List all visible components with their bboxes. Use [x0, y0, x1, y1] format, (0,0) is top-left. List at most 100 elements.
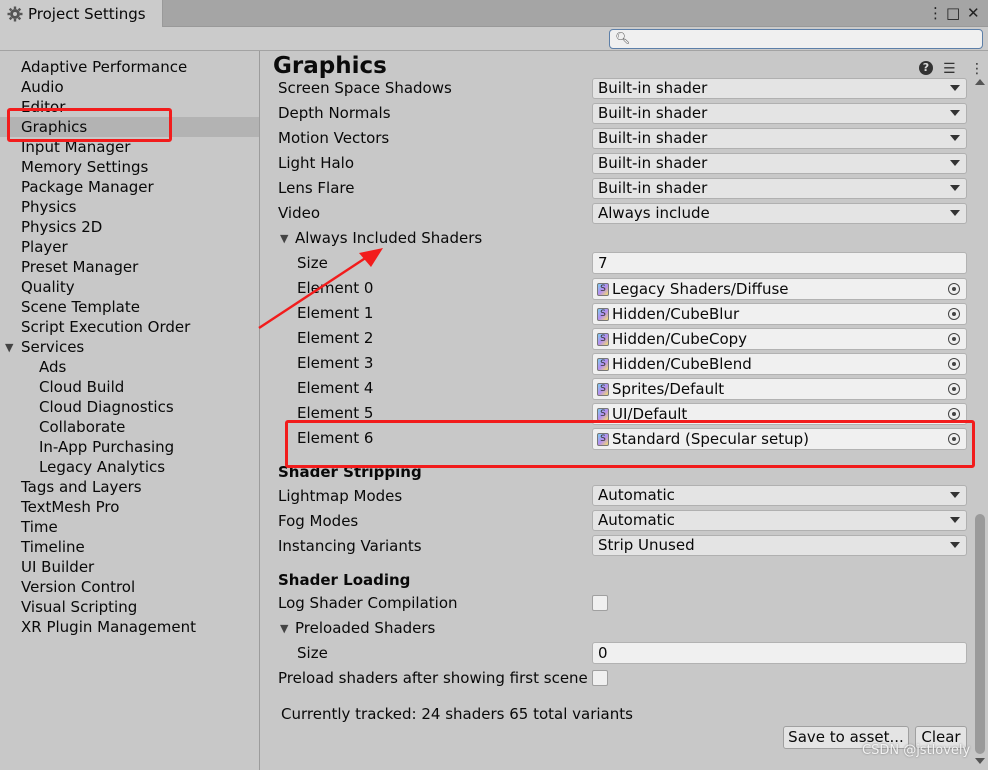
dropdown-arrow-icon — [950, 542, 960, 548]
sidebar-item-xr-plugin-management[interactable]: XR Plugin Management — [21, 617, 196, 637]
dropdown-value: Built-in shader — [598, 129, 708, 147]
shader-icon: S — [597, 358, 609, 371]
scroll-down-arrow-icon[interactable] — [975, 758, 985, 764]
screen-space-shadows-dropdown[interactable]: Built-in shader — [592, 78, 967, 99]
sidebar-item-ui-builder[interactable]: UI Builder — [21, 557, 94, 577]
sidebar-item-legacy-analytics[interactable]: Legacy Analytics — [39, 457, 165, 477]
presets-icon[interactable]: ☰ — [943, 61, 956, 77]
sidebar-item-script-execution-order[interactable]: Script Execution Order — [21, 317, 190, 337]
services-foldout-icon[interactable]: ▼ — [5, 341, 13, 354]
element-6-highlight-box — [285, 420, 975, 468]
shader-loading-heading: Shader Loading — [278, 571, 411, 589]
shader-icon: S — [597, 333, 609, 346]
always-included-foldout-icon[interactable]: ▼ — [280, 232, 288, 245]
sidebar-item-ads[interactable]: Ads — [39, 357, 66, 377]
shader-name: Hidden/CubeBlur — [612, 305, 740, 323]
field-label-lightmap-modes: Lightmap Modes — [278, 487, 403, 505]
sidebar-item-adaptive-performance[interactable]: Adaptive Performance — [21, 57, 187, 77]
dropdown-value: Built-in shader — [598, 179, 708, 197]
more-icon[interactable]: ⋮ — [970, 61, 984, 77]
preload-after-first-scene-checkbox[interactable] — [592, 670, 608, 686]
tab-project-settings[interactable]: Project Settings — [0, 0, 163, 28]
sidebar-item-textmesh-pro[interactable]: TextMesh Pro — [21, 497, 119, 517]
settings-sidebar: Adaptive Performance Audio Editor Graphi… — [0, 51, 260, 770]
sidebar-item-cloud-build[interactable]: Cloud Build — [39, 377, 124, 397]
search-input[interactable]: 🔍︎ — [609, 29, 983, 49]
element-4-shader-field[interactable]: S Sprites/Default — [592, 378, 967, 400]
page-title: Graphics — [273, 53, 387, 79]
object-picker-icon[interactable] — [948, 358, 960, 370]
preloaded-shaders-foldout[interactable]: Preloaded Shaders — [295, 617, 435, 639]
dropdown-arrow-icon — [950, 185, 960, 191]
object-picker-icon[interactable] — [948, 383, 960, 395]
dropdown-value: Built-in shader — [598, 104, 708, 122]
sidebar-item-time[interactable]: Time — [21, 517, 58, 537]
preloaded-shaders-foldout-icon[interactable]: ▼ — [280, 622, 288, 635]
field-label-depth-normals: Depth Normals — [278, 104, 391, 122]
sidebar-item-in-app-purchasing[interactable]: In-App Purchasing — [39, 437, 174, 457]
dropdown-arrow-icon — [950, 517, 960, 523]
scroll-up-arrow-icon[interactable] — [975, 79, 985, 85]
shader-icon: S — [597, 283, 609, 296]
watermark: CSDN @jstlovely — [862, 743, 971, 758]
sidebar-item-preset-manager[interactable]: Preset Manager — [21, 257, 138, 277]
preloaded-size-field[interactable]: 0 — [592, 642, 967, 664]
element-3-shader-field[interactable]: S Hidden/CubeBlend — [592, 353, 967, 375]
close-icon[interactable]: ✕ — [967, 3, 980, 23]
field-label-element-3: Element 3 — [297, 354, 374, 372]
light-halo-dropdown[interactable]: Built-in shader — [592, 153, 967, 174]
sidebar-item-physics-2d[interactable]: Physics 2D — [21, 217, 102, 237]
element-2-shader-field[interactable]: S Hidden/CubeCopy — [592, 328, 967, 350]
sidebar-item-services[interactable]: Services — [21, 337, 84, 357]
motion-vectors-dropdown[interactable]: Built-in shader — [592, 128, 967, 149]
video-dropdown[interactable]: Always include — [592, 203, 967, 224]
field-label-screen-space-shadows: Screen Space Shadows — [278, 79, 452, 97]
more-options-icon[interactable]: ⋮ — [928, 3, 943, 23]
element-0-shader-field[interactable]: S Legacy Shaders/Diffuse — [592, 278, 967, 300]
field-label-instancing-variants: Instancing Variants — [278, 537, 422, 555]
tracked-shaders-status: Currently tracked: 24 shaders 65 total v… — [281, 705, 633, 723]
sidebar-item-collaborate[interactable]: Collaborate — [39, 417, 125, 437]
help-icon[interactable]: ? — [919, 61, 933, 75]
sidebar-item-visual-scripting[interactable]: Visual Scripting — [21, 597, 137, 617]
object-picker-icon[interactable] — [948, 333, 960, 345]
dropdown-value: Built-in shader — [598, 154, 708, 172]
sidebar-item-scene-template[interactable]: Scene Template — [21, 297, 140, 317]
depth-normals-dropdown[interactable]: Built-in shader — [592, 103, 967, 124]
sidebar-item-cloud-diagnostics[interactable]: Cloud Diagnostics — [39, 397, 174, 417]
shader-icon: S — [597, 383, 609, 396]
graphics-highlight-box — [7, 108, 172, 142]
sidebar-item-player[interactable]: Player — [21, 237, 68, 257]
dropdown-arrow-icon — [950, 135, 960, 141]
sidebar-item-timeline[interactable]: Timeline — [21, 537, 85, 557]
dropdown-value: Strip Unused — [598, 536, 695, 554]
annotation-arrow-icon — [258, 248, 383, 330]
always-included-size-field[interactable]: 7 — [592, 252, 967, 274]
sidebar-item-quality[interactable]: Quality — [21, 277, 75, 297]
shader-name: Sprites/Default — [612, 380, 725, 398]
maximize-icon[interactable]: □ — [946, 3, 960, 23]
sidebar-item-tags-and-layers[interactable]: Tags and Layers — [21, 477, 142, 497]
object-picker-icon[interactable] — [948, 408, 960, 420]
field-label-element-4: Element 4 — [297, 379, 374, 397]
sidebar-item-memory-settings[interactable]: Memory Settings — [21, 157, 148, 177]
dropdown-arrow-icon — [950, 160, 960, 166]
lightmap-modes-dropdown[interactable]: Automatic — [592, 485, 967, 506]
dropdown-arrow-icon — [950, 85, 960, 91]
dropdown-value: Automatic — [598, 486, 675, 504]
log-shader-compilation-checkbox[interactable] — [592, 595, 608, 611]
fog-modes-dropdown[interactable]: Automatic — [592, 510, 967, 531]
sidebar-item-audio[interactable]: Audio — [21, 77, 64, 97]
lens-flare-dropdown[interactable]: Built-in shader — [592, 178, 967, 199]
scrollbar-thumb[interactable] — [975, 514, 985, 754]
sidebar-item-version-control[interactable]: Version Control — [21, 577, 135, 597]
sidebar-item-physics[interactable]: Physics — [21, 197, 76, 217]
sidebar-item-package-manager[interactable]: Package Manager — [21, 177, 154, 197]
instancing-variants-dropdown[interactable]: Strip Unused — [592, 535, 967, 556]
gear-icon — [7, 6, 23, 22]
object-picker-icon[interactable] — [948, 283, 960, 295]
object-picker-icon[interactable] — [948, 308, 960, 320]
element-1-shader-field[interactable]: S Hidden/CubeBlur — [592, 303, 967, 325]
field-label-preload-after-first-scene: Preload shaders after showing first scen… — [278, 669, 588, 687]
dropdown-value: Automatic — [598, 511, 675, 529]
